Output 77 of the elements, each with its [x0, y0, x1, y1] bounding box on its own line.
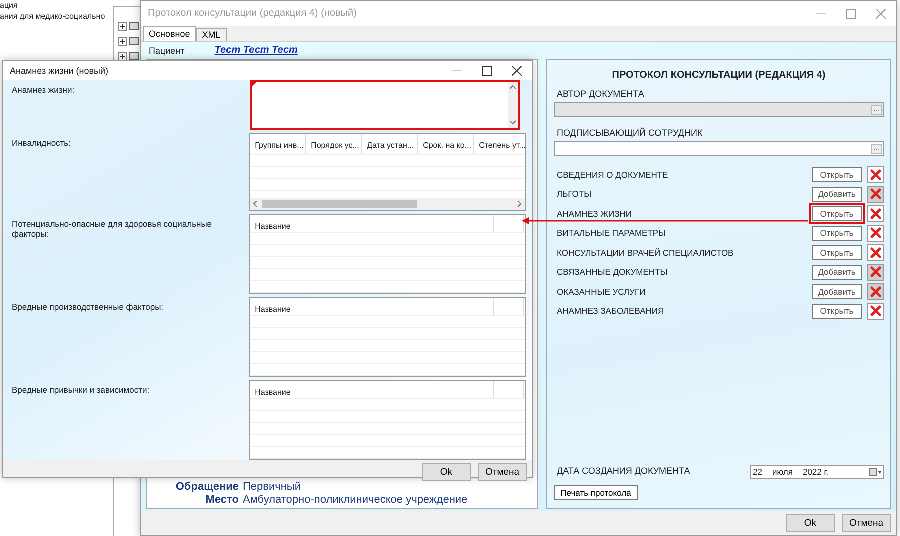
dialog-button[interactable]: Отмена [478, 463, 527, 481]
delete-icon [870, 305, 882, 318]
close-icon[interactable] [512, 66, 522, 76]
delete-icon [870, 227, 882, 240]
section-button[interactable]: Открыть [812, 167, 862, 182]
tab[interactable]: XML [196, 28, 227, 41]
dialog-button[interactable]: Ok [422, 463, 471, 481]
section-label: СВЕДЕНИЯ О ДОКУМЕНТЕ [556, 170, 670, 180]
delete-icon [870, 168, 882, 181]
detail-value: Амбулаторно-поликлиническое учреждение [243, 494, 468, 506]
detail-value: Первичный [243, 480, 301, 492]
delete-button[interactable] [867, 224, 884, 242]
delete-icon [870, 208, 882, 220]
section-label: АНАМНЕЗ ЗАБОЛЕВАНИЯ [556, 306, 666, 316]
delete-icon [870, 188, 882, 200]
scroll-left-icon[interactable] [253, 201, 260, 207]
field-label: ПОДПИСЫВАЮЩИЙ СОТРУДНИК [557, 128, 704, 138]
dialog-button[interactable]: Ok [786, 514, 835, 532]
column-header[interactable]: Название [250, 215, 494, 232]
list-item[interactable]: ания для медико-социально [0, 11, 106, 22]
patient-link[interactable]: Тест Тест Тест [214, 45, 298, 56]
delete-icon [870, 286, 882, 298]
column-header[interactable]: Порядок ус... [306, 134, 362, 154]
scroll-down-icon[interactable] [510, 119, 516, 125]
section-button[interactable]: Открыть [812, 304, 862, 319]
tree-node-icon[interactable] [118, 37, 140, 46]
field-label: Анамнез жизни: [12, 84, 76, 97]
field-label: Вредные привычки и зависимости: [12, 384, 151, 397]
field-label: ДАТА СОЗДАНИЯ ДОКУМЕНТА [557, 466, 690, 476]
dialog-title: Анамнез жизни (новый) [10, 66, 110, 76]
section-button[interactable]: Добавить [812, 284, 862, 300]
delete-button[interactable] [867, 166, 884, 184]
patient-label: Пациент [149, 46, 185, 56]
section-label: КОНСУЛЬТАЦИИ ВРАЧЕЙ СПЕЦИАЛИСТОВ [556, 248, 735, 258]
date-field[interactable]: 22 июля 2022 г. [750, 464, 884, 478]
delete-button[interactable] [867, 205, 884, 222]
field-label: АВТОР ДОКУМЕНТА [557, 89, 646, 99]
column-header[interactable]: Группы инв... [250, 134, 306, 154]
tab[interactable]: Основное [143, 26, 196, 41]
text-area[interactable] [250, 80, 520, 130]
horizontal-scrollbar[interactable] [250, 198, 525, 210]
field-label: Инвалидность: [12, 137, 72, 150]
section-button[interactable]: Добавить [812, 186, 862, 202]
column-header[interactable]: Дата устан... [362, 134, 418, 154]
section-label: ВИТАЛЬНЫЕ ПАРАМЕТРЫ [556, 228, 668, 238]
list-item[interactable]: ация [0, 0, 18, 11]
section-label: СВЯЗАННЫЕ ДОКУМЕНТЫ [556, 267, 669, 278]
column-header[interactable]: Название [250, 298, 494, 315]
maximize-icon[interactable] [482, 66, 492, 76]
vertical-scrollbar[interactable] [508, 82, 518, 128]
column-header[interactable]: Степень ут... [474, 134, 525, 154]
field-label: Вредные производственные факторы: [12, 301, 165, 314]
delete-icon [870, 246, 882, 259]
section-button[interactable]: Открыть [812, 245, 862, 260]
section-button[interactable]: Открыть [812, 226, 862, 241]
column-header[interactable]: Название [250, 381, 494, 398]
section-button[interactable]: Добавить [812, 264, 862, 280]
detail-label: Обращение [174, 480, 239, 492]
calendar-icon[interactable] [869, 468, 883, 476]
tree-node-icon[interactable] [118, 22, 140, 31]
column-header[interactable]: Срок, на ко... [418, 134, 474, 154]
detail-label: Место [204, 494, 239, 506]
dialog-button[interactable]: Отмена [842, 514, 891, 532]
window-title: Протокол консультации (редакция 4) (новый) [148, 8, 358, 19]
field-label: Потенциально-опасные для здоровья социальные факторы: [12, 218, 214, 241]
scroll-right-icon[interactable] [516, 201, 522, 207]
scroll-up-icon[interactable] [510, 85, 516, 91]
print-button[interactable]: Печать протокола [554, 485, 638, 500]
delete-button[interactable] [867, 244, 884, 262]
section-label: ЛЬГОТЫ [556, 189, 593, 200]
section-button[interactable]: Открыть [812, 206, 862, 222]
required-marker-icon [252, 82, 257, 87]
section-label: ОКАЗАННЫЕ УСЛУГИ [556, 286, 647, 297]
delete-icon [870, 266, 882, 278]
panel-title: ПРОТОКОЛ КОНСУЛЬТАЦИИ (РЕДАКЦИЯ 4) [611, 70, 827, 81]
delete-button[interactable] [867, 302, 884, 320]
section-label: АНАМНЕЗ ЖИЗНИ [556, 208, 634, 219]
